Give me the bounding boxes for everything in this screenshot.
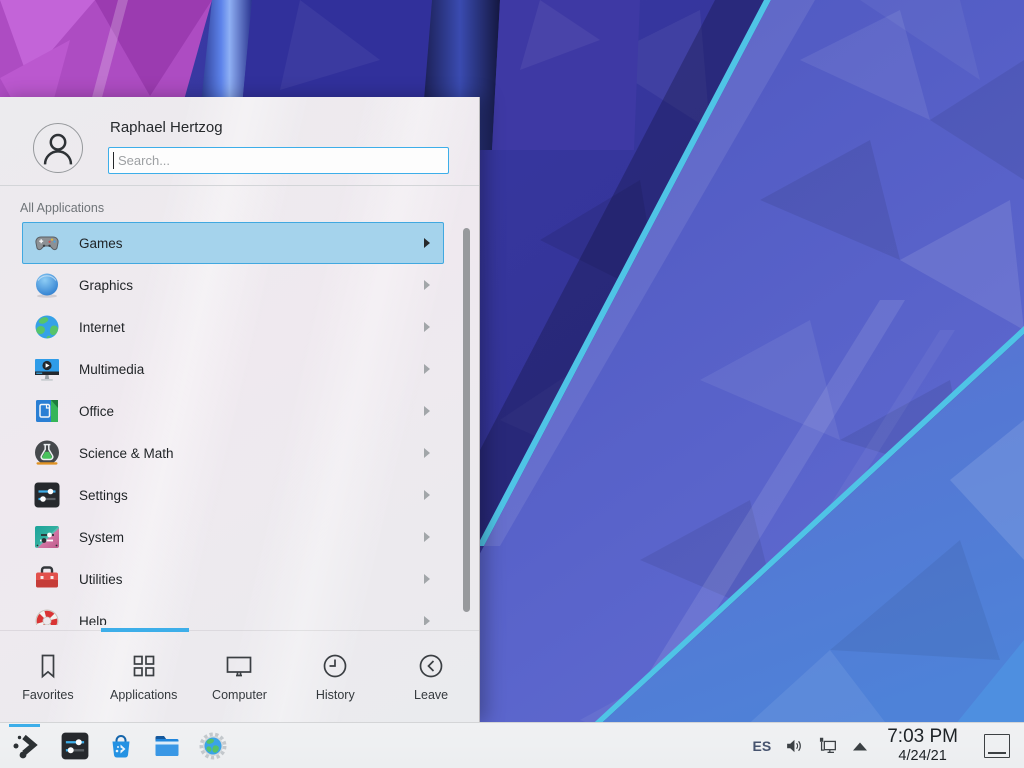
menu-category-row[interactable]: Settings [22,474,444,516]
volume-icon[interactable] [783,735,805,757]
menu-category-row[interactable]: Utilities [22,558,444,600]
launcher-header: Raphael Hertzog [0,97,479,186]
leave-icon [416,651,446,681]
taskbar: ES 7:03 PM 4/24/21 [0,722,1024,768]
launcher-tab-bar: Favorites Applications Computer History … [0,630,479,722]
toolbox-icon [33,565,61,593]
lifebuoy-icon [33,607,61,625]
section-label: All Applications [20,201,104,215]
globe-icon [33,313,61,341]
show-desktop-button[interactable] [984,734,1010,758]
application-list: Games Graphics Internet Multimedia Offic… [0,222,479,625]
app-launcher-icon [10,731,40,761]
menu-category-row[interactable]: Science & Math [22,432,444,474]
sphere-icon [33,271,61,299]
grid-icon [129,651,159,681]
submenu-arrow-icon [424,280,430,290]
tab-computer[interactable]: Computer [192,631,288,722]
system-tray: ES 7:03 PM 4/24/21 [753,727,1016,764]
submenu-arrow-icon [424,364,430,374]
submenu-arrow-icon [424,322,430,332]
system-sliders-icon [33,523,61,551]
desktop: Raphael Hertzog All Applications Games G… [0,0,1024,768]
submenu-arrow-icon [424,532,430,542]
submenu-arrow-icon [424,406,430,416]
list-scrollbar[interactable] [463,228,470,612]
user-avatar-icon[interactable] [33,123,83,173]
submenu-arrow-icon [424,490,430,500]
tab-applications[interactable]: Applications [96,631,192,722]
submenu-arrow-icon [424,448,430,458]
sliders-icon [33,481,61,509]
submenu-arrow-icon [424,238,430,248]
flask-icon [33,439,61,467]
submenu-arrow-icon [424,616,430,625]
tab-history[interactable]: History [287,631,383,722]
menu-category-row[interactable]: Office [22,390,444,432]
tab-leave[interactable]: Leave [383,631,479,722]
menu-category-row[interactable]: Help [22,600,444,625]
tab-favorites[interactable]: Favorites [0,631,96,722]
menu-category-row[interactable]: System [22,516,444,558]
monitor-play-icon [33,355,61,383]
menu-category-row[interactable]: Graphics [22,264,444,306]
active-tab-indicator [101,628,189,632]
user-name: Raphael Hertzog [110,119,223,136]
computer-icon [224,651,254,681]
document-icon [33,397,61,425]
menu-category-row[interactable]: Multimedia [22,348,444,390]
bookmark-icon [33,651,63,681]
keyboard-layout-indicator[interactable]: ES [753,738,772,754]
tray-expand-caret-icon[interactable] [851,739,869,753]
submenu-arrow-icon [424,574,430,584]
clock-date: 4/24/21 [898,749,946,764]
discover-icon[interactable] [106,731,136,761]
system-settings-icon[interactable] [60,731,90,761]
web-browser-icon[interactable] [198,731,228,761]
file-manager-icon[interactable] [152,731,182,761]
app-launcher-button[interactable] [6,723,44,768]
application-launcher-menu: Raphael Hertzog All Applications Games G… [0,97,480,722]
gamepad-icon [33,229,61,257]
launcher-active-indicator [9,724,40,727]
clock-time: 7:03 PM [887,727,958,746]
network-icon[interactable] [817,735,839,757]
text-caret [113,152,114,169]
clock-icon [320,651,350,681]
menu-category-row[interactable]: Games [22,222,444,264]
menu-category-row[interactable]: Internet [22,306,444,348]
digital-clock[interactable]: 7:03 PM 4/24/21 [887,727,958,764]
search-input[interactable] [108,147,449,174]
